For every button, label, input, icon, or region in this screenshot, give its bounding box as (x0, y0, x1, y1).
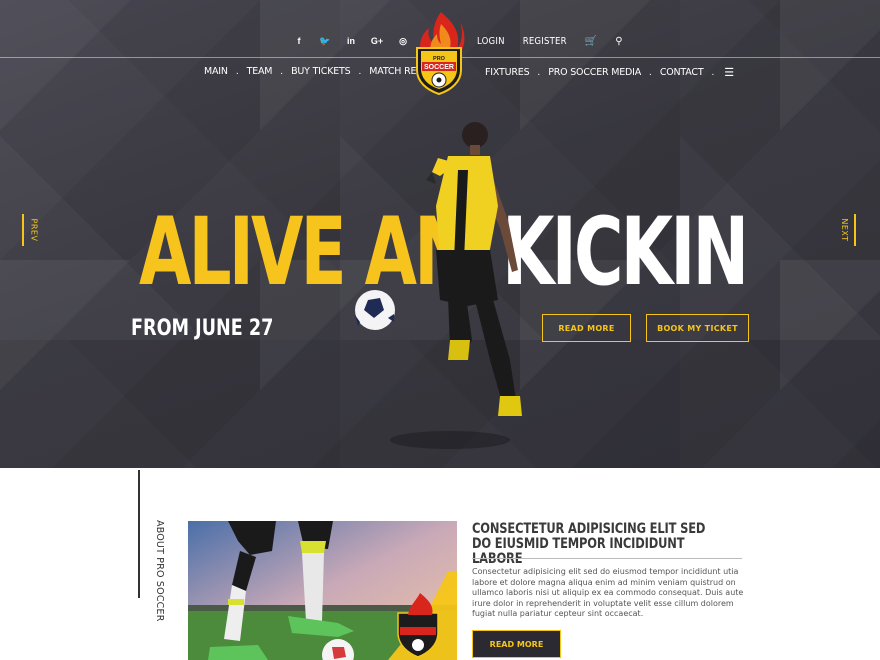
slider-next-button[interactable]: NEXT (839, 214, 856, 246)
about-image (188, 521, 457, 660)
main-nav-right: FIXTURES . PRO SOCCER MEDIA . CONTACT . … (485, 66, 734, 79)
pro-soccer-logo[interactable]: PRO SOCCER (411, 10, 467, 96)
about-divider (138, 470, 140, 598)
book-ticket-button[interactable]: BOOK MY TICKET (646, 314, 749, 342)
menu-icon[interactable]: ☰ (724, 66, 734, 79)
hero-subheadline: FROM JUNE 27 (131, 316, 274, 341)
register-link[interactable]: REGISTER (523, 36, 567, 47)
hero-slider: f 🐦 in G+ ◎ LOGIN REGISTER 🛒 ⚲ MAIN . TE… (0, 0, 880, 468)
nav-separator: . (649, 67, 652, 78)
facebook-icon[interactable]: f (286, 36, 312, 47)
nav-separator: . (235, 66, 239, 77)
hero-read-more-button[interactable]: READ MORE (542, 314, 631, 342)
nav-item-buy-tickets[interactable]: BUY TICKETS (291, 66, 351, 77)
main-nav-left: MAIN . TEAM . BUY TICKETS . MATCH RESULT… (204, 66, 444, 77)
about-title-rule (472, 558, 742, 559)
nav-separator: . (280, 66, 284, 77)
google-plus-icon[interactable]: G+ (364, 36, 390, 47)
nav-separator: . (358, 66, 362, 77)
account-links: LOGIN REGISTER 🛒 ⚲ (477, 36, 641, 47)
nav-item-pro-soccer-media[interactable]: PRO SOCCER MEDIA (548, 67, 641, 78)
nav-item-main[interactable]: MAIN (204, 66, 228, 77)
soccer-player-image (355, 122, 522, 449)
social-links: f 🐦 in G+ ◎ (286, 36, 416, 47)
prev-label: PREV (29, 218, 39, 242)
logo-text-bottom: SOCCER (424, 64, 454, 71)
nav-item-fixtures[interactable]: FIXTURES (485, 67, 530, 78)
logo-text-top: PRO (433, 56, 446, 62)
about-read-more-button[interactable]: READ MORE (472, 630, 561, 658)
about-title: CONSECTETUR ADIPISICING ELIT SED DO EIUS… (472, 521, 706, 567)
login-link[interactable]: LOGIN (477, 36, 505, 47)
nav-separator: . (711, 67, 715, 78)
slider-prev-button[interactable]: PREV (22, 214, 39, 246)
linkedin-icon[interactable]: in (338, 36, 364, 47)
cart-icon[interactable]: 🛒 (585, 36, 597, 47)
about-section-label: ABOUT PRO SOCCER (154, 520, 165, 622)
nav-item-team[interactable]: TEAM (247, 66, 273, 77)
twitter-icon[interactable]: 🐦 (312, 36, 338, 47)
nav-item-contact[interactable]: CONTACT (660, 67, 704, 78)
next-label: NEXT (839, 218, 849, 242)
about-body-text: Consectetur adipisicing elit sed do eius… (472, 567, 744, 619)
nav-separator: . (537, 67, 541, 78)
search-icon[interactable]: ⚲ (615, 36, 622, 47)
